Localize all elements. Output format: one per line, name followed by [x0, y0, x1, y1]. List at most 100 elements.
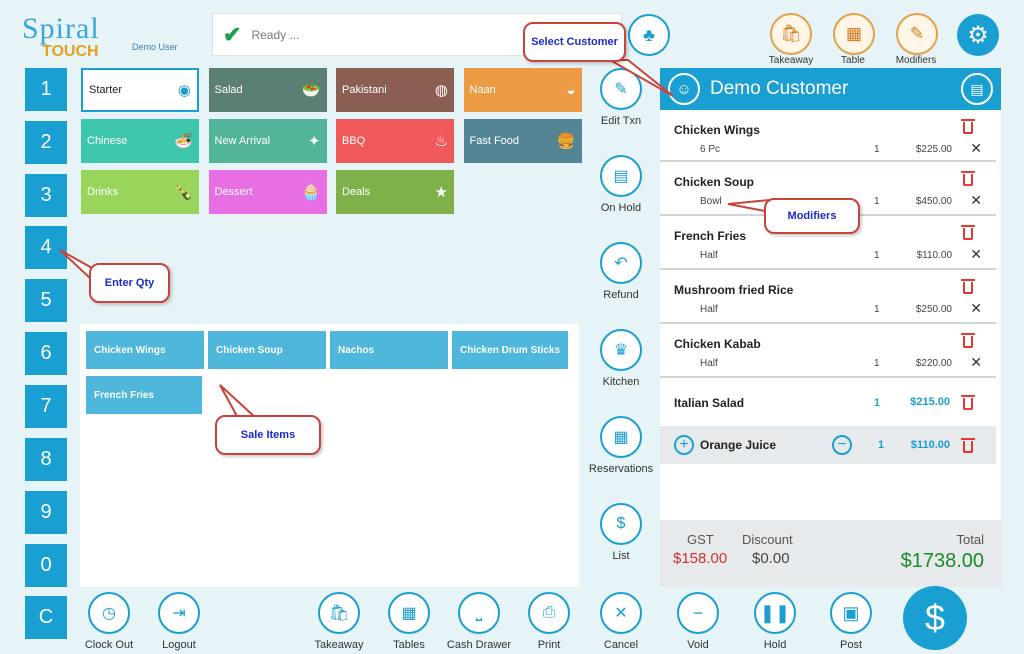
list-button[interactable]: $: [600, 503, 642, 545]
category-salad[interactable]: Salad 🥗: [208, 68, 327, 112]
sale-items-panel: Chicken Wings Chicken Soup Nachos Chicke…: [80, 324, 579, 587]
category-deals[interactable]: Deals ★: [336, 170, 454, 214]
delete-icon[interactable]: [961, 279, 975, 295]
category-starter[interactable]: Starter ◉: [81, 68, 199, 112]
numpad-key-9[interactable]: 9: [25, 491, 67, 534]
remove-modifier-icon[interactable]: ✕: [970, 300, 982, 317]
pay-button[interactable]: $: [903, 586, 967, 650]
category-bbq[interactable]: BBQ ♨: [336, 119, 454, 163]
numpad-key-0[interactable]: 0: [25, 544, 67, 587]
numpad-key-5[interactable]: 5: [25, 279, 67, 322]
print-button[interactable]: ⎙: [528, 592, 570, 634]
gst-value: $158.00: [673, 550, 728, 567]
delete-icon[interactable]: [961, 171, 975, 187]
numpad-key-4[interactable]: 4: [25, 226, 67, 269]
cupcake-icon: 🧁: [301, 184, 321, 201]
minus-icon: −: [692, 602, 704, 623]
on-hold-button[interactable]: ▤: [600, 155, 642, 197]
category-fast-food[interactable]: Fast Food 🍔: [463, 119, 582, 163]
numpad-key-1[interactable]: 1: [25, 68, 67, 111]
remove-modifier-icon[interactable]: ✕: [970, 140, 982, 157]
sale-item[interactable]: French Fries: [86, 376, 202, 414]
cash-drawer-button[interactable]: ⎵: [458, 592, 500, 634]
order-item-name: Chicken Kabab: [674, 337, 761, 351]
takeaway-button[interactable]: 🛍: [318, 592, 360, 634]
kitchen-button[interactable]: ♛: [600, 329, 642, 371]
order-line-selected[interactable]: + Orange Juice − 1 $110.00: [660, 426, 996, 464]
naan-icon: ◒: [566, 81, 576, 99]
modifiers-top-button[interactable]: ✎: [896, 13, 938, 55]
plate-icon: ◍: [434, 82, 448, 99]
order-item-name: Orange Juice: [700, 438, 777, 452]
order-line[interactable]: Italian Salad 1 $215.00: [660, 378, 996, 426]
remove-modifier-icon[interactable]: ✕: [970, 354, 982, 371]
sale-item[interactable]: Chicken Wings: [86, 331, 204, 369]
takeaway-top-button[interactable]: 🛍: [770, 13, 812, 55]
order-item-price: $110.00: [910, 439, 950, 451]
customer-header[interactable]: ☺ Demo Customer ▤: [660, 68, 1001, 110]
remove-modifier-icon[interactable]: ✕: [970, 192, 982, 209]
void-button[interactable]: −: [677, 592, 719, 634]
table-top-button[interactable]: ▦: [833, 13, 875, 55]
reservations-label: Reservations: [588, 463, 654, 475]
receipt-button[interactable]: ▤: [961, 73, 993, 105]
increase-qty-icon[interactable]: +: [674, 435, 694, 455]
on-hold-icon: ▤: [613, 168, 629, 185]
customers-icon: ♣: [643, 24, 655, 45]
category-drinks[interactable]: Drinks 🍾: [81, 170, 199, 214]
refund-label: Refund: [603, 289, 639, 301]
order-item-qty: 1: [874, 304, 880, 315]
void-label: Void: [687, 639, 709, 651]
delete-icon[interactable]: [961, 438, 975, 454]
category-pakistani[interactable]: Pakistani ◍: [336, 68, 454, 112]
total-label: Total: [956, 532, 984, 547]
refund-button[interactable]: ↶: [600, 242, 642, 284]
logout-button[interactable]: ⇥: [158, 592, 200, 634]
category-dessert[interactable]: Dessert 🧁: [208, 170, 327, 214]
numpad-key-2[interactable]: 2: [25, 121, 67, 164]
numpad-key-8[interactable]: 8: [25, 438, 67, 481]
list-label: List: [612, 550, 630, 562]
order-line[interactable]: Chicken Kabab Half 1 $220.00 ✕: [660, 324, 996, 378]
category-label: BBQ: [342, 135, 366, 147]
decrease-qty-icon[interactable]: −: [832, 435, 852, 455]
order-item-name: Chicken Soup: [674, 175, 755, 189]
remove-modifier-icon[interactable]: ✕: [970, 246, 982, 263]
order-item-price: $250.00: [915, 304, 952, 315]
delete-icon[interactable]: [961, 333, 975, 349]
sale-item[interactable]: Chicken Soup: [208, 331, 326, 369]
category-chinese[interactable]: Chinese 🍜: [81, 119, 199, 163]
hold-button[interactable]: ❚❚: [754, 592, 796, 634]
order-line[interactable]: Mushroom fried Rice Half 1 $250.00 ✕: [660, 270, 996, 324]
numpad-key-6[interactable]: 6: [25, 332, 67, 375]
delete-icon[interactable]: [961, 225, 975, 241]
category-naan[interactable]: Naan ◒: [463, 68, 582, 112]
cancel-button[interactable]: ✕: [600, 592, 642, 634]
gst-label: GST: [687, 532, 714, 547]
post-button[interactable]: ▣: [830, 592, 872, 634]
sale-item[interactable]: Chicken Drum Sticks: [452, 331, 568, 369]
numpad-key-clear[interactable]: C: [25, 596, 67, 639]
select-customer-button[interactable]: ♣: [628, 14, 670, 56]
edit-icon: ✎: [614, 81, 628, 98]
discount-label: Discount: [742, 532, 793, 547]
settings-button[interactable]: ⚙: [957, 14, 999, 56]
category-new-arrival[interactable]: New Arrival ✦: [208, 119, 327, 163]
tables-button[interactable]: ▦: [388, 592, 430, 634]
delete-icon[interactable]: [961, 395, 975, 411]
edit-txn-button[interactable]: ✎: [600, 68, 642, 110]
numpad-key-7[interactable]: 7: [25, 385, 67, 428]
clock-out-button[interactable]: ◷: [88, 592, 130, 634]
dollar-icon: $: [924, 597, 946, 638]
sale-item[interactable]: Nachos: [330, 331, 448, 369]
table-icon: ▦: [845, 24, 863, 43]
order-line[interactable]: Chicken Wings 6 Pc 1 $225.00 ✕: [660, 110, 996, 162]
numpad-key-3[interactable]: 3: [25, 174, 67, 217]
delete-icon[interactable]: [961, 119, 975, 135]
order-item-modifier: Half: [700, 304, 718, 315]
noodles-icon: 🍜: [174, 133, 193, 150]
money-bag-icon: $: [616, 515, 626, 532]
reservations-button[interactable]: ▦: [600, 416, 642, 458]
close-icon: ✕: [614, 605, 628, 622]
order-item-qty: 1: [878, 439, 885, 451]
